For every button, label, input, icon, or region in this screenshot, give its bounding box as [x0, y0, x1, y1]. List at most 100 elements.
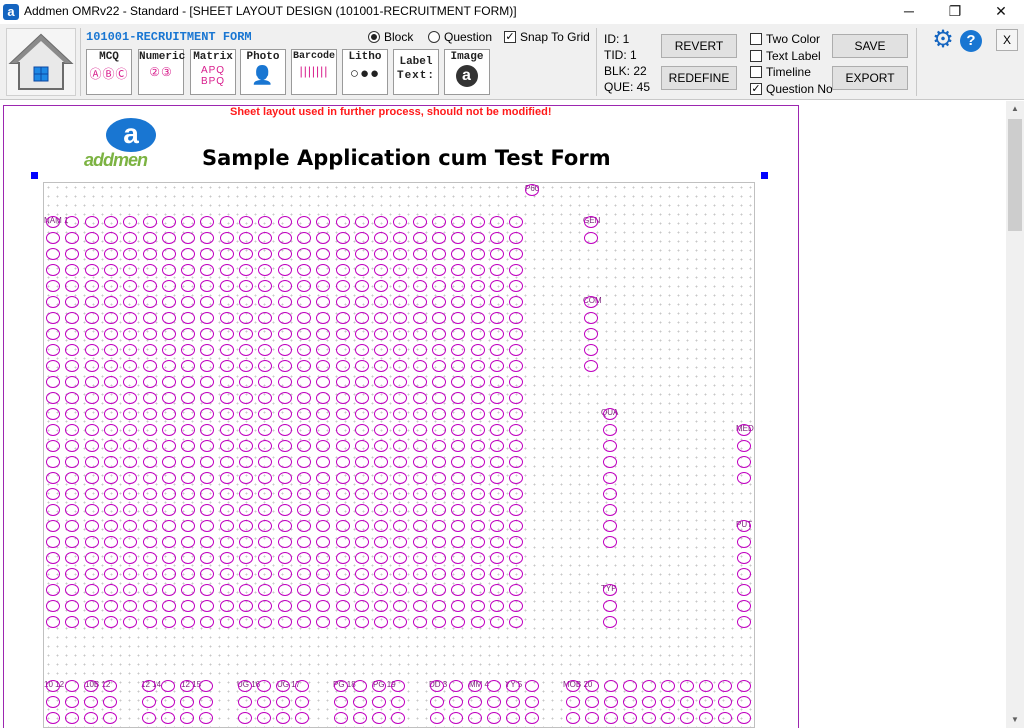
name-bubble [335, 472, 350, 484]
score-bubble [353, 680, 367, 692]
snap-check-box[interactable]: ✓ [504, 31, 516, 43]
score-bubble [391, 696, 405, 708]
name-bubble [354, 408, 369, 420]
two-color-checkbox[interactable]: Two Color [750, 32, 820, 46]
snap-to-grid-checkbox[interactable]: ✓ Snap To Grid [504, 30, 590, 44]
mobile-bubble [642, 712, 656, 724]
name-bubble [181, 520, 196, 532]
barcode-tool-button[interactable]: Barcode ||||||| [291, 49, 337, 95]
close-panel-button[interactable]: X [996, 29, 1018, 51]
name-bubble [374, 376, 389, 388]
text-label-box[interactable] [750, 50, 762, 62]
qualification-bubble [603, 472, 617, 484]
text-label-checkbox[interactable]: Text Label [750, 49, 821, 63]
question-radio-label: Question [444, 30, 493, 44]
name-bubble [84, 520, 99, 532]
name-bubble [103, 280, 118, 292]
name-bubble [103, 536, 118, 548]
litho-tool-button[interactable]: Litho ○●● [342, 49, 388, 95]
logo-letter: a [106, 118, 156, 152]
scroll-down-icon[interactable]: ▼ [1006, 712, 1024, 728]
mobile-bubble [661, 680, 675, 692]
timeline-checkbox[interactable]: Timeline [750, 65, 811, 79]
redefine-button[interactable]: REDEFINE [661, 66, 737, 90]
name-bubble [219, 568, 234, 580]
name-bubble [296, 280, 311, 292]
name-bubble [219, 600, 234, 612]
home-button[interactable] [6, 28, 76, 96]
name-bubble [46, 344, 60, 356]
name-bubble [239, 456, 253, 468]
name-bubble [470, 296, 485, 308]
block-mode-radio[interactable]: Block [368, 30, 413, 44]
timeline-box[interactable] [750, 66, 762, 78]
question-radio-dot[interactable] [428, 31, 440, 43]
numeric-tool-button[interactable]: Numeric ②③ [138, 49, 185, 95]
name-bubble [354, 520, 369, 532]
vertical-scrollbar[interactable]: ▲ ▼ [1006, 101, 1024, 728]
question-no-checkbox[interactable]: ✓ Question No [750, 82, 833, 96]
name-bubble [239, 600, 253, 612]
name-bubble [181, 472, 196, 484]
resize-handle[interactable] [31, 172, 38, 179]
block-radio-dot[interactable] [368, 31, 380, 43]
name-bubble [489, 504, 504, 516]
litho-icon: ○●● [349, 65, 381, 82]
mobile-bubble [604, 680, 618, 692]
name-bubble [103, 456, 118, 468]
photo-tool-button[interactable]: Photo 👤 [240, 49, 286, 95]
name-bubble [354, 264, 369, 276]
question-mode-radio[interactable]: Question [428, 30, 492, 44]
score-bubble [295, 712, 309, 724]
name-bubble [239, 312, 253, 324]
maximize-button[interactable]: ❐ [932, 0, 978, 24]
gear-icon[interactable]: ⚙ [930, 28, 956, 54]
name-bubble [354, 248, 369, 260]
text-label-label: Text Label [766, 49, 821, 63]
resize-handle[interactable] [761, 172, 768, 179]
mcq-tool-button[interactable]: MCQ ⒶⒷⒸ [86, 49, 132, 95]
label-tool-button[interactable]: Label Text: [393, 49, 439, 95]
name-bubble [103, 360, 118, 372]
name-bubble [161, 216, 176, 228]
image-tool-button[interactable]: Image a [444, 49, 490, 95]
score-bubble [161, 712, 175, 724]
name-bubble [374, 408, 389, 420]
name-bubble [277, 248, 292, 260]
name-bubble [46, 456, 60, 468]
name-bubble [161, 296, 176, 308]
name-bubble [103, 344, 118, 356]
scroll-up-icon[interactable]: ▲ [1006, 101, 1024, 117]
name-bubble [181, 328, 196, 340]
name-bubble [296, 296, 311, 308]
name-bubble [142, 408, 157, 420]
help-icon[interactable]: ? [960, 30, 982, 52]
name-bubble [103, 264, 118, 276]
score-bubble [449, 696, 463, 708]
name-bubble [432, 456, 446, 468]
name-bubble [296, 504, 311, 516]
save-button[interactable]: SAVE [832, 34, 908, 58]
name-bubble [142, 600, 157, 612]
name-bubble [181, 248, 196, 260]
question-no-box[interactable]: ✓ [750, 83, 762, 95]
name-bubble [84, 248, 99, 260]
name-bubble [239, 216, 253, 228]
name-bubble [46, 376, 60, 388]
warning-message: Sheet layout used in further process, sh… [230, 106, 552, 118]
close-window-button[interactable]: ✕ [978, 0, 1024, 24]
name-bubble [46, 424, 60, 436]
name-bubble [46, 280, 60, 292]
name-bubble [239, 376, 253, 388]
minimize-button[interactable]: ─ [886, 0, 932, 24]
qualification-bubble [603, 520, 617, 532]
matrix-tool-button[interactable]: Matrix APQ BPQ [190, 49, 236, 95]
mobile-bubble [661, 712, 675, 724]
export-button[interactable]: EXPORT [832, 66, 908, 90]
two-color-box[interactable] [750, 33, 762, 45]
name-bubble [142, 440, 157, 452]
scroll-thumb[interactable] [1008, 119, 1022, 231]
name-bubble [489, 616, 504, 628]
revert-button[interactable]: REVERT [661, 34, 737, 58]
name-bubble [181, 616, 196, 628]
